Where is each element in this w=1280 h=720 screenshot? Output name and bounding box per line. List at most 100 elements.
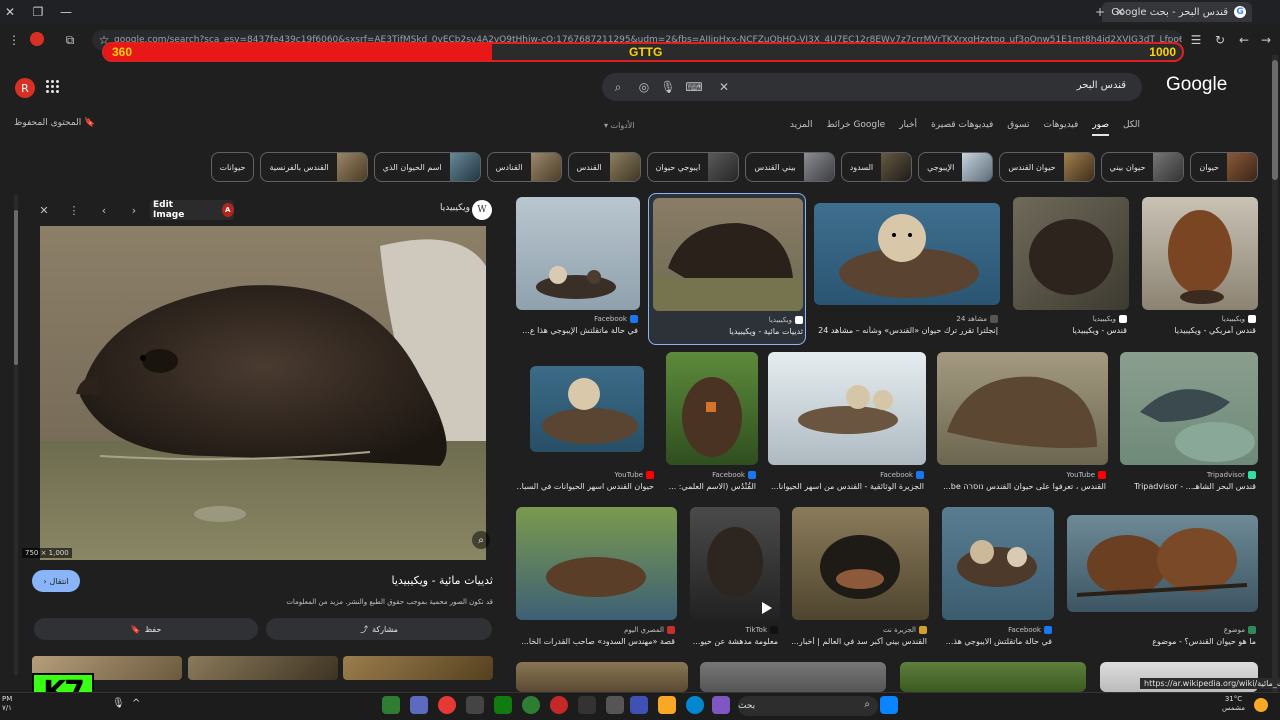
prev-image-icon[interactable]: ‹ <box>96 202 112 218</box>
mic-icon[interactable]: 🎙 <box>112 698 125 709</box>
result-card[interactable]: Facebook في حالة ماتقلتش الايبوجي هذ... <box>942 507 1054 652</box>
result-image[interactable] <box>700 662 886 692</box>
chip[interactable]: ايبوجي حيوان <box>646 152 740 182</box>
result-card[interactable]: ويكيبيديا قندس أمريكي - ويكيبيديا <box>1142 197 1258 342</box>
result-card[interactable]: YouTube حيوان القندس اسهر الحيوانات في ا… <box>516 352 656 497</box>
app-icon[interactable] <box>382 696 400 714</box>
result-card[interactable]: موضوع ما هو حيوان القندس؟ - موضوع <box>1067 507 1258 652</box>
tab-more[interactable]: المزيد <box>790 120 813 136</box>
app-icon[interactable] <box>578 696 596 714</box>
result-image[interactable] <box>516 662 688 692</box>
result-card[interactable]: Facebook القُنْدُس (الاسم العلمي: ... <box>666 352 758 497</box>
apps-grid-icon[interactable] <box>46 80 60 94</box>
chip[interactable]: حيوان بيني <box>1100 152 1185 182</box>
chip[interactable]: حيوانات <box>210 152 255 182</box>
panel-scrollbar-thumb[interactable] <box>14 210 18 365</box>
discord-icon[interactable] <box>410 696 428 714</box>
profile-icon[interactable] <box>30 32 44 46</box>
google-logo[interactable]: Google <box>1166 74 1227 96</box>
result-card[interactable]: مشاهد 24 إنجلترا تقرر ترك حيوان «القندس»… <box>814 197 1000 342</box>
taskbar-search[interactable]: بحث ⌕ <box>738 696 878 716</box>
search-box[interactable]: ⌕ ◎ 🎙 ⌨ ✕ قندس البحر <box>602 73 1142 101</box>
tab-images[interactable]: صور <box>1092 120 1109 136</box>
menu-dots-icon[interactable]: ⋮ <box>4 30 24 50</box>
visit-button[interactable]: › انتقال <box>32 570 80 592</box>
chip[interactable]: بيني القندس <box>745 152 835 182</box>
preview-image[interactable] <box>40 226 486 560</box>
tray-expand-icon[interactable]: ^ <box>132 698 140 709</box>
app-icon[interactable] <box>550 696 568 714</box>
tab-all[interactable]: الكل <box>1123 120 1140 136</box>
result-card[interactable]: TikTok معلومة مدهشة عن حيو... <box>690 507 780 652</box>
windows-start-icon[interactable] <box>880 696 898 714</box>
result-card[interactable]: Facebook الجزيرة الوثائقية - القندس من ا… <box>768 352 926 497</box>
result-card[interactable]: ويكيبيديا قندس - ويكيبيديا <box>1013 197 1129 342</box>
tab-close-icon[interactable]: ✕ <box>1110 2 1130 22</box>
tab-news[interactable]: أخبار <box>899 120 917 136</box>
chip[interactable]: حيوان <box>1190 152 1258 182</box>
related-thumbnail[interactable] <box>343 656 493 680</box>
customize-icon[interactable]: ☰ <box>1186 30 1206 50</box>
reload-icon[interactable]: ↻ <box>1210 30 1230 50</box>
result-card-selected[interactable]: ويكيبيديا ثدييات مائية - ويكيبيديا <box>648 193 806 345</box>
app-icon[interactable] <box>466 696 484 714</box>
tab-short-videos[interactable]: فيديوهات قصيرة <box>931 120 993 136</box>
tab-shopping[interactable]: تسوق <box>1007 120 1029 136</box>
close-panel-icon[interactable]: ✕ <box>36 202 52 218</box>
search-input[interactable]: قندس البحر <box>1077 80 1126 91</box>
minimize-icon[interactable]: — <box>56 2 76 22</box>
panel-title[interactable]: ثدييات مائية - ويكيبيديا <box>240 574 494 587</box>
tab-maps[interactable]: خرائط Google <box>827 120 886 136</box>
result-card[interactable]: المصري اليوم قصة «مهندس السدود» صاحب الق… <box>516 507 677 652</box>
chip[interactable]: حيوان القندس <box>999 152 1095 182</box>
result-card[interactable]: Facebook في حالة ماتقلتش الإيبوجي هذا ع.… <box>516 197 640 342</box>
saved-content-label: المحتوى المحفوظ <box>14 118 82 128</box>
chip[interactable]: القنادس <box>486 152 562 182</box>
score-overlay-bar: 360 GTTG 1000 <box>102 42 1184 62</box>
saved-content-link[interactable]: 🔖 المحتوى المحفوظ <box>14 118 95 128</box>
chip[interactable]: الإيبوجي <box>918 152 994 182</box>
keyboard-icon[interactable]: ⌨ <box>685 79 702 95</box>
result-card[interactable]: الجزيرة نت القندس بيني أكبر سد في العالم… <box>792 507 929 652</box>
result-card[interactable]: Tripadvisor قندس البحر الشاهـ... - Tripa… <box>1120 352 1258 497</box>
tools-button[interactable]: ▾ الأدوات <box>604 121 635 130</box>
restore-icon[interactable]: ❐ <box>28 2 48 22</box>
visual-search-icon[interactable]: ⌕ <box>472 531 490 549</box>
mic-icon[interactable]: 🎙 <box>660 79 676 95</box>
result-image[interactable] <box>900 662 1086 692</box>
close-icon[interactable]: ✕ <box>0 2 20 22</box>
app-icon[interactable] <box>522 696 540 714</box>
tab-search-icon[interactable]: ⧉ <box>60 30 80 50</box>
chrome-icon[interactable] <box>438 696 456 714</box>
page-scrollbar-thumb[interactable] <box>1272 60 1278 180</box>
store-icon[interactable] <box>630 696 648 714</box>
source-name[interactable]: ويكيبيديا <box>440 203 470 213</box>
new-tab-icon[interactable]: + <box>1090 2 1110 22</box>
source-label: المصري اليوم <box>624 626 664 634</box>
back-icon[interactable]: ← <box>1234 30 1254 50</box>
chip[interactable]: القندس بالفرنسية <box>260 152 368 182</box>
edit-image-button[interactable]: Edit Image A <box>150 200 234 220</box>
copilot-icon[interactable] <box>712 696 730 714</box>
weather-widget[interactable]: 31°C مشمس <box>1222 695 1245 713</box>
forward-icon[interactable]: → <box>1256 30 1276 50</box>
result-card[interactable]: YouTube القندس ، تعرفوا على حيوان القندس… <box>937 352 1108 497</box>
file-explorer-icon[interactable] <box>658 696 676 714</box>
edge-icon[interactable] <box>686 696 704 714</box>
account-avatar[interactable]: R <box>15 78 35 98</box>
share-button[interactable]: ⤴ مشاركة <box>266 618 492 640</box>
search-icon[interactable]: ⌕ <box>610 79 626 95</box>
chip[interactable]: القندس <box>567 152 641 182</box>
related-thumbnail[interactable] <box>188 656 338 680</box>
more-options-icon[interactable]: ⋮ <box>66 202 82 218</box>
clear-icon[interactable]: ✕ <box>716 79 732 95</box>
chip[interactable]: السدود <box>840 152 913 182</box>
chip[interactable]: اسم الحيوان الذي <box>373 152 481 182</box>
app-icon[interactable] <box>606 696 624 714</box>
next-image-icon[interactable]: › <box>126 202 142 218</box>
xbox-icon[interactable] <box>494 696 512 714</box>
save-button[interactable]: 🔖 حفظ <box>34 618 258 640</box>
lens-icon[interactable]: ◎ <box>636 79 652 95</box>
tab-videos[interactable]: فيديوهات <box>1043 120 1078 136</box>
result-caption: القُنْدُس (الاسم العلمي: ... <box>668 482 756 491</box>
